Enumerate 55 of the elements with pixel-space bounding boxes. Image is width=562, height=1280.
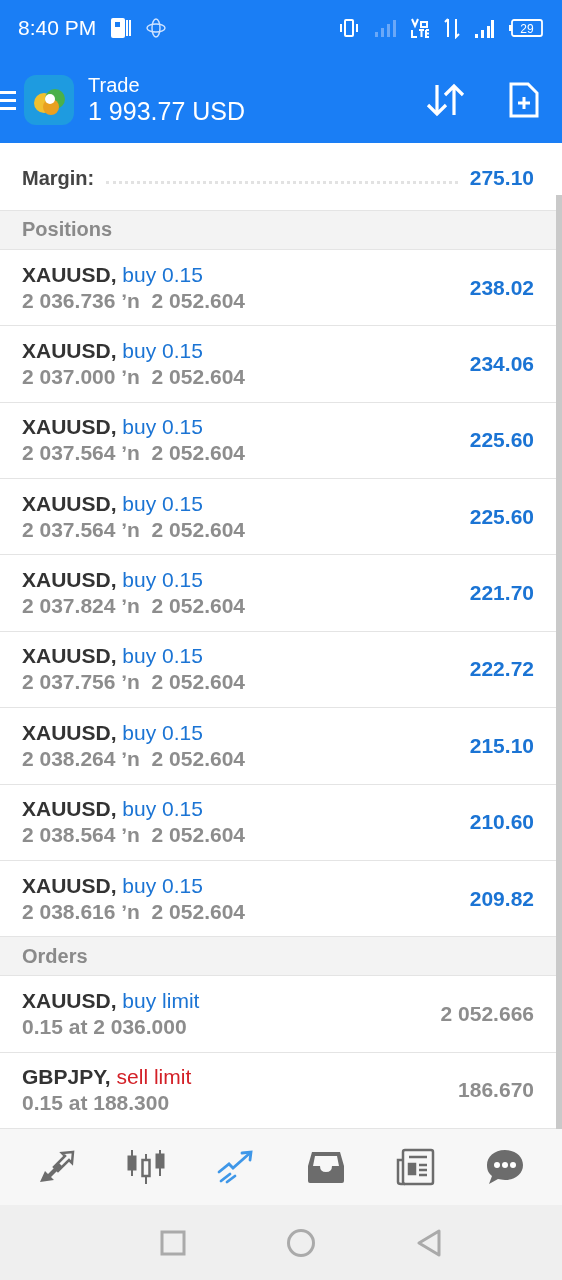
position-title: XAUUSD, buy 0.15 <box>22 262 204 287</box>
home-button[interactable] <box>286 1227 316 1258</box>
app-logo-icon <box>24 74 74 125</box>
signal-icon <box>374 18 396 39</box>
section-header: Orders <box>0 937 556 977</box>
sort-icon[interactable] <box>426 82 466 117</box>
summary-label: Margin: <box>22 166 95 190</box>
position-prices: 2 037.756 ʼn 2 052.604 <box>22 670 246 695</box>
order-price: 2 052.666 <box>440 1002 534 1027</box>
position-profit: 215.10 <box>469 733 534 758</box>
position-title: XAUUSD, buy 0.15 <box>22 491 204 516</box>
screen-title: Trade <box>88 73 141 97</box>
position-profit: 222.72 <box>469 657 534 682</box>
position-prices: 2 038.616 ʼn 2 052.604 <box>22 899 246 924</box>
position-profit: 221.70 <box>469 581 534 606</box>
scrollbar[interactable] <box>556 194 562 1130</box>
order-title: GBPJPY, sell limit <box>22 1065 193 1090</box>
vibrate-icon <box>338 18 360 39</box>
section-header: Positions <box>0 210 556 250</box>
account-balance: 1 993.77 USD <box>88 96 247 126</box>
order-title: XAUUSD, buy limit <box>22 989 201 1014</box>
position-title: XAUUSD, buy 0.15 <box>22 873 204 898</box>
menu-icon[interactable] <box>0 88 16 111</box>
position-title: XAUUSD, buy 0.15 <box>22 644 204 669</box>
position-profit: 225.60 <box>469 428 534 453</box>
position-prices: 2 037.824 ʼn 2 052.604 <box>22 594 246 619</box>
new-order-icon[interactable] <box>508 80 540 119</box>
position-prices: 2 037.000 ʼn 2 052.604 <box>22 364 246 389</box>
order-details: 0.15 at 188.300 <box>22 1091 171 1116</box>
status-time: 8:40 PM <box>18 16 97 41</box>
position-prices: 2 038.564 ʼn 2 052.604 <box>22 823 246 848</box>
position-title: XAUUSD, buy 0.15 <box>22 568 204 593</box>
position-title: XAUUSD, buy 0.15 <box>22 720 204 745</box>
position-prices: 2 037.564 ʼn 2 052.604 <box>22 441 246 466</box>
order-price: 186.670 <box>458 1078 534 1103</box>
position-title: XAUUSD, buy 0.15 <box>22 338 204 363</box>
position-profit: 210.60 <box>469 810 534 835</box>
position-profit: 209.82 <box>469 886 534 911</box>
position-profit: 234.06 <box>469 351 534 376</box>
atom-icon <box>146 18 167 39</box>
summary-value: 275.10 <box>469 165 534 190</box>
volte-icon <box>410 17 430 40</box>
order-details: 0.15 at 2 036.000 <box>22 1015 188 1040</box>
position-profit: 238.02 <box>469 275 534 300</box>
position-prices: 2 038.264 ʼn 2 052.604 <box>22 746 246 771</box>
recents-button[interactable] <box>160 1229 186 1256</box>
data-transfer-icon <box>444 17 460 40</box>
position-prices: 2 037.564 ʼn 2 052.604 <box>22 517 246 542</box>
position-title: XAUUSD, buy 0.15 <box>22 797 204 822</box>
signal-4g-icon <box>474 17 494 40</box>
battery-icon: 29 <box>508 18 544 39</box>
position-title: XAUUSD, buy 0.15 <box>22 415 204 440</box>
position-prices: 2 036.736 ʼn 2 052.604 <box>22 288 246 313</box>
position-profit: 225.60 <box>469 504 534 529</box>
back-button[interactable] <box>416 1228 442 1257</box>
